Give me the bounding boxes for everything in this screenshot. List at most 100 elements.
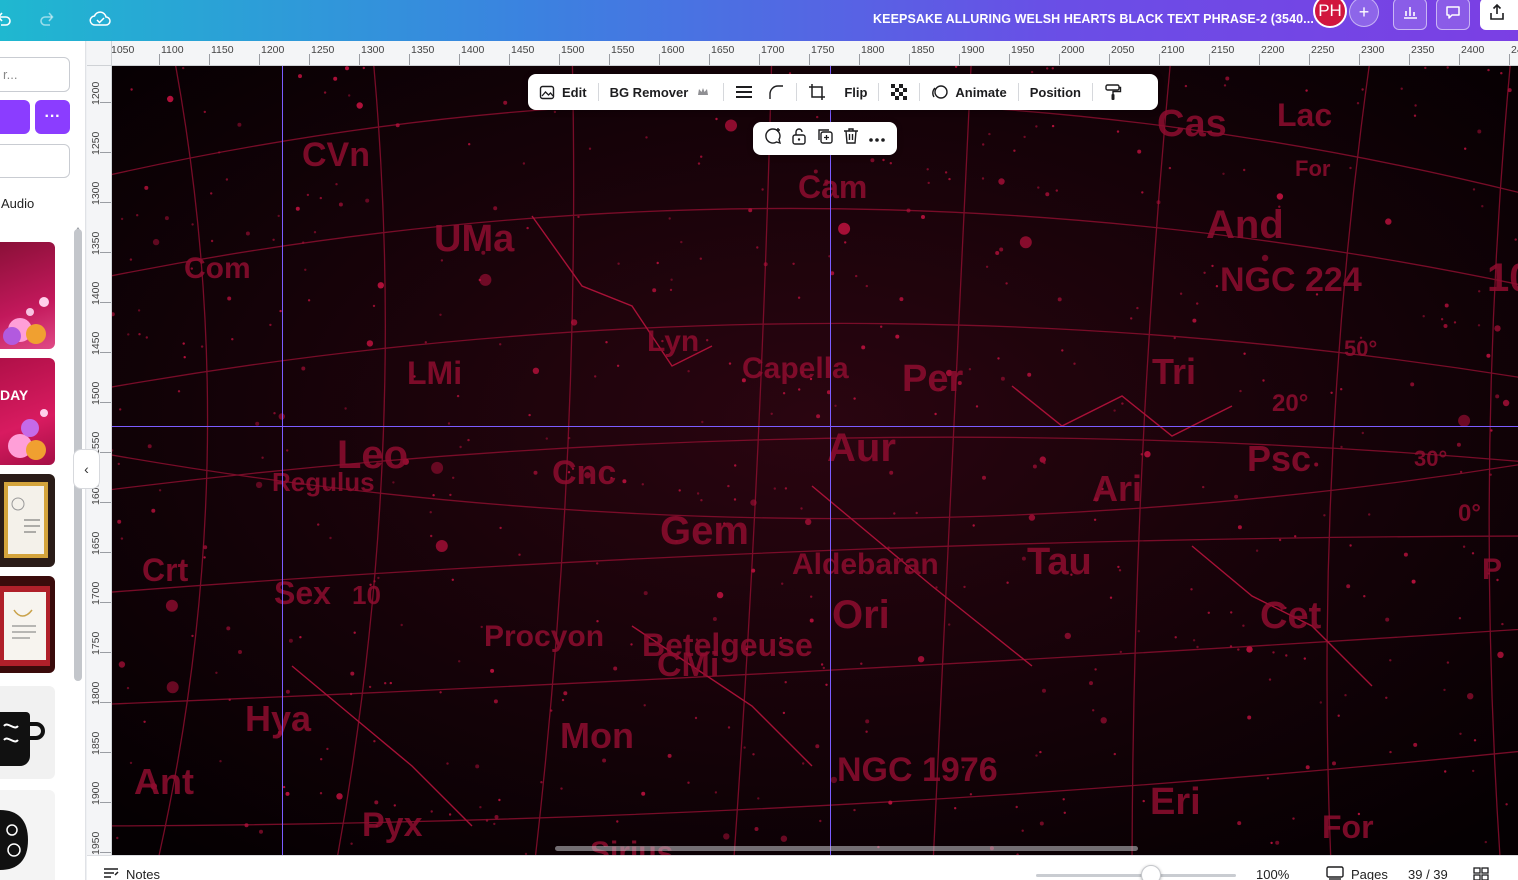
ruler-tick (659, 54, 660, 65)
trash-icon[interactable] (843, 127, 859, 150)
pages-label: Pages (1351, 867, 1388, 880)
constellation-label: LMi (407, 355, 462, 391)
ruler-tick-label: 2250 (1311, 44, 1335, 56)
ruler-tick (1359, 54, 1360, 65)
constellation-label: Ari (1092, 468, 1142, 509)
comment-plus-icon[interactable] (764, 127, 782, 150)
ruler-tick-label: 1400 (90, 281, 102, 305)
grid-view-icon[interactable] (1473, 867, 1489, 880)
ruler-tick (1209, 54, 1210, 65)
template-thumbnail[interactable]: DAY (0, 358, 55, 465)
duplicate-icon[interactable] (816, 127, 834, 150)
lock-icon[interactable] (791, 127, 807, 150)
border-style-button[interactable] (735, 74, 753, 110)
bar-chart-icon (1401, 3, 1419, 26)
template-thumbnail[interactable] (0, 242, 55, 349)
ruler-tick-label: 1650 (90, 531, 102, 555)
guide-line-horizontal[interactable] (112, 426, 1518, 427)
primary-action-button[interactable] (0, 100, 30, 134)
template-thumbnail[interactable] (0, 686, 55, 779)
ruler-tick-label: 1100 (161, 44, 184, 56)
comment-icon (1444, 3, 1462, 26)
ruler-tick-label: 1600 (661, 44, 685, 56)
constellation-label: For (1322, 809, 1374, 845)
more-icon[interactable] (868, 130, 886, 148)
ruler-tick (759, 54, 760, 65)
comments-button[interactable] (1436, 0, 1470, 30)
constellation-label: NGC 1976 (837, 751, 998, 789)
zoom-level[interactable]: 100% (1256, 867, 1289, 880)
share-button[interactable] (1480, 0, 1518, 30)
notes-button[interactable]: Notes (103, 866, 160, 880)
transparency-icon (890, 83, 908, 101)
constellation-label: 30° (1414, 446, 1447, 471)
transparency-button[interactable] (890, 74, 908, 110)
flip-button[interactable]: Flip (844, 74, 867, 110)
crop-button[interactable] (808, 74, 826, 110)
undo-icon[interactable] (0, 5, 18, 33)
ruler-tick-label: 1950 (1011, 44, 1035, 56)
zoom-slider-track[interactable] (1036, 874, 1236, 877)
ruler-tick-label: 1400 (461, 44, 485, 56)
ruler-tick (959, 54, 960, 65)
ruler-tick-label: 1950 (90, 831, 102, 855)
guide-line-vertical[interactable] (282, 66, 283, 855)
ruler-tick-label: 1850 (90, 731, 102, 755)
animate-button[interactable]: Animate (931, 74, 1007, 110)
collapse-panel-button[interactable]: ‹ (73, 449, 100, 489)
constellation-label: Mon (560, 715, 634, 756)
top-bar: KEEPSAKE ALLURING WELSH HEARTS BLACK TEX… (0, 0, 1518, 41)
bg-remover-label: BG Remover (609, 84, 689, 100)
zoom-slider-handle[interactable] (1141, 865, 1161, 880)
copy-style-button[interactable] (1104, 74, 1122, 110)
ruler-tick-label: 1900 (90, 781, 102, 805)
corner-rounding-button[interactable] (767, 74, 785, 110)
template-thumbnail[interactable] (0, 474, 55, 567)
notes-label: Notes (126, 867, 160, 880)
ruler-tick-label: 1200 (261, 44, 285, 56)
quick-actions-toolbar (753, 122, 897, 155)
constellation-label: Procyon (484, 620, 604, 653)
insights-button[interactable] (1393, 0, 1427, 30)
constellation-label: Cet (1260, 595, 1322, 637)
toolbar-divider (1017, 83, 1019, 101)
constellation-label: Crt (142, 552, 189, 588)
ruler-tick (1509, 54, 1510, 65)
corner-icon (767, 83, 785, 101)
toolbar-divider (597, 83, 599, 101)
constellation-label: Aur (827, 426, 896, 470)
template-thumbnail[interactable] (0, 576, 55, 673)
constellation-label: Lac (1277, 97, 1332, 133)
redo-icon[interactable] (33, 5, 61, 33)
ruler-tick (209, 54, 210, 65)
constellation-label: 10° (1487, 256, 1518, 300)
avatar[interactable]: PH (1313, 0, 1347, 28)
bg-remover-button[interactable]: BG Remover (610, 74, 713, 110)
edit-button[interactable]: Edit (538, 74, 587, 110)
tab-audio[interactable]: Audio (1, 196, 34, 211)
design-canvas[interactable]: CVn UMa Com Cam Cas Lac And NGC 224 Lyn LMi Capell… (112, 66, 1518, 855)
star-map-image[interactable]: CVn UMa Com Cam Cas Lac And NGC 224 Lyn LMi Capell… (112, 66, 1518, 855)
guide-line-vertical[interactable] (830, 66, 831, 855)
filter-field[interactable] (0, 144, 70, 178)
ruler-tick-label: 1900 (961, 44, 985, 56)
search-input[interactable]: r... (0, 57, 70, 92)
add-collaborator-button[interactable]: + (1349, 0, 1379, 27)
more-options-button[interactable]: ··· (35, 100, 70, 134)
pages-button[interactable]: Pages (1326, 866, 1388, 880)
crown-icon (694, 83, 712, 101)
ruler-tick-label: 1500 (561, 44, 585, 56)
document-title[interactable]: KEEPSAKE ALLURING WELSH HEARTS BLACK TEX… (873, 7, 1314, 31)
ruler-tick-label: 1700 (90, 581, 102, 605)
chevron-left-icon: ‹ (84, 461, 89, 477)
ruler-tick-label: 1800 (90, 681, 102, 705)
template-thumbnail[interactable] (0, 790, 55, 880)
constellation-label: 20° (1272, 390, 1308, 417)
ruler-tick-label: 1350 (411, 44, 435, 56)
canvas-horizontal-scrollbar[interactable] (555, 846, 1138, 851)
constellation-label: Psc (1247, 438, 1311, 479)
ruler-corner (87, 41, 112, 66)
constellation-label: Eri (1150, 781, 1201, 823)
position-button[interactable]: Position (1030, 74, 1081, 110)
cloud-check-icon[interactable] (86, 5, 114, 33)
